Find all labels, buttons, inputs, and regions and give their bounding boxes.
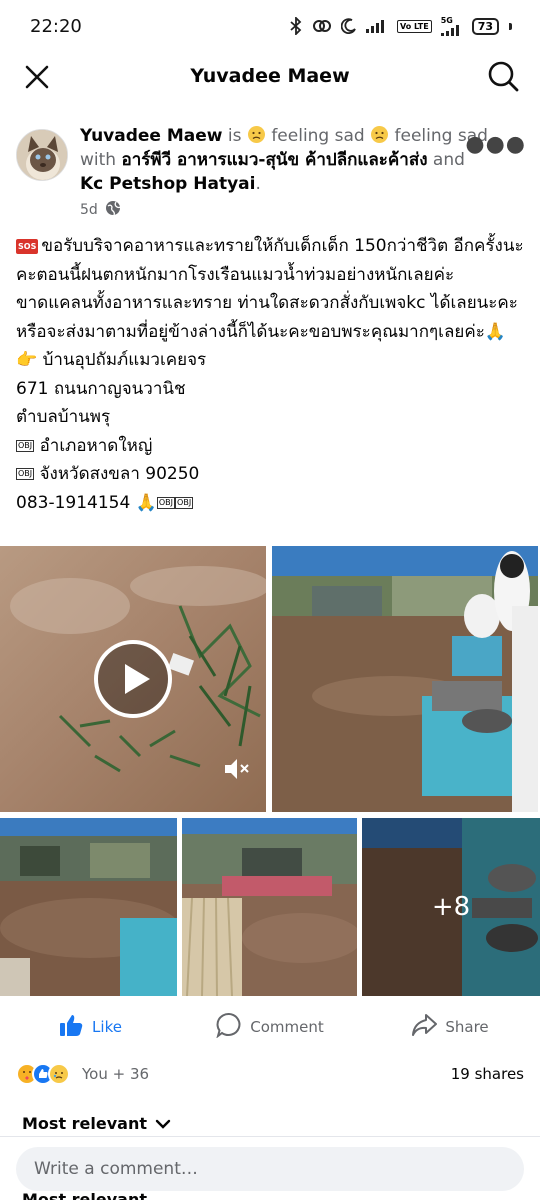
top-header: Yuvadee Maew <box>0 52 540 100</box>
address-name: 👉 บ้านอุปถัมภ์แมวเคยจร <box>16 350 207 370</box>
obj-icon: OBJ <box>16 468 35 480</box>
share-icon <box>411 1012 438 1042</box>
reaction-count[interactable]: You + 36 <box>16 1063 149 1085</box>
sos-icon: SOS <box>16 239 39 254</box>
sad-face-icon <box>370 125 389 144</box>
sad-reaction-icon <box>48 1063 70 1085</box>
shares-count[interactable]: 19 shares <box>451 1065 524 1083</box>
post-header: Yuvadee Maew is feeling sad feeling sad … <box>16 124 526 224</box>
obj-icon: OBJ <box>175 496 194 509</box>
comment-icon <box>216 1012 242 1042</box>
moon-icon <box>340 18 357 34</box>
sad-face-icon <box>247 125 266 144</box>
obj-icon: OBJ <box>156 496 176 509</box>
signal-icon <box>365 19 388 33</box>
post-author-line: Yuvadee Maew is feeling sad feeling sad … <box>80 125 488 194</box>
signal-5g-icon: 5G <box>440 16 463 36</box>
comment-button[interactable]: Comment <box>180 1006 360 1048</box>
close-icon[interactable] <box>22 62 52 92</box>
volte-badge: Vo LTE <box>396 19 432 33</box>
search-icon[interactable] <box>486 59 520 93</box>
photo-thumbnail[interactable] <box>182 818 357 996</box>
bluetooth-icon <box>289 17 303 35</box>
status-bar: 22:20 Vo LTE 5G 73 <box>0 0 540 52</box>
globe-icon <box>105 200 121 220</box>
avatar[interactable] <box>16 129 68 181</box>
obj-icon: OBJ <box>16 439 35 452</box>
address-subdistrict: ตำบลบ้านพรุ <box>16 407 111 427</box>
post-body: SOS ขอรับบริจาคอาหารและทรายให้กับเด็กเด็ก… <box>16 232 526 517</box>
more-photos-count: +8 <box>431 892 471 922</box>
comment-input[interactable]: Write a comment… <box>16 1147 524 1191</box>
post-meta: 5d <box>80 200 121 220</box>
like-button[interactable]: Like <box>0 1006 180 1048</box>
photo-thumbnail[interactable] <box>272 546 538 812</box>
thumbs-up-icon <box>58 1012 84 1042</box>
feeling-label: feeling sad <box>271 126 365 146</box>
address-province: จังหวัดสงขลา 90250 <box>39 464 200 484</box>
more-options-icon[interactable]: ●●● <box>465 132 526 157</box>
address-district: อำเภอหาดใหญ่ <box>39 435 153 456</box>
address-street: 671 ถนนกาญจนวานิช <box>16 378 186 399</box>
post-message: ขอรับบริจาคอาหารและทรายให้กับเด็กเด็ก 15… <box>16 236 524 342</box>
tagged-page-2[interactable]: Kc Petshop Hatyai <box>80 174 255 194</box>
battery-indicator: 73 <box>471 17 499 35</box>
status-time: 22:20 <box>30 15 82 37</box>
comment-sort-peek: Most relevant <box>22 1190 147 1200</box>
post-time[interactable]: 5d <box>80 202 98 218</box>
reactions-summary: You + 36 19 shares <box>16 1058 524 1090</box>
mute-icon[interactable] <box>222 754 252 784</box>
play-icon[interactable] <box>94 640 172 718</box>
link-icon <box>312 18 332 34</box>
post-actions: Like Comment Share <box>0 1006 540 1048</box>
tagged-page-1[interactable]: อาร์พีวี อาหารแมว-สุนัข ค้าปลีกและค้าส่ง <box>121 150 427 170</box>
author-name[interactable]: Yuvadee Maew <box>80 126 223 146</box>
video-thumbnail[interactable] <box>0 546 266 812</box>
share-button[interactable]: Share <box>360 1006 540 1048</box>
phone-number[interactable]: 083-1914154 🙏 <box>16 493 157 513</box>
page-title: Yuvadee Maew <box>190 65 350 87</box>
chevron-down-icon <box>155 1114 171 1133</box>
more-photos-overlay[interactable]: +8 <box>362 818 540 996</box>
photo-thumbnail[interactable] <box>0 818 177 996</box>
comment-sort-dropdown[interactable]: Most relevant <box>22 1114 171 1133</box>
photo-thumbnail-more[interactable]: +8 <box>362 818 540 996</box>
media-grid: +8 <box>0 546 540 996</box>
